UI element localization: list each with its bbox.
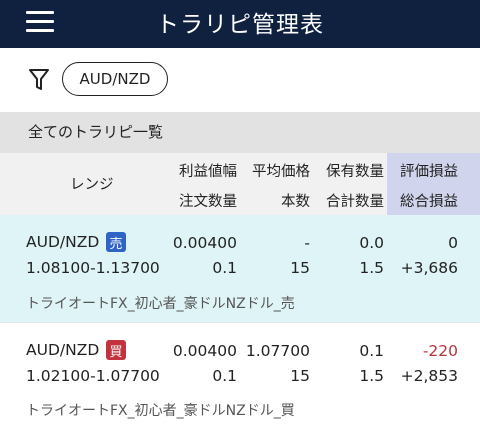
column-header: レンジ 利益値幅 注文数量 平均価格 本数 保有数量 合計数量 評価損益 総合損…: [0, 153, 480, 215]
col-total-pl: 総合損益: [400, 194, 458, 210]
page-title: トラリピ管理表: [156, 12, 324, 38]
col-count: 本数: [281, 194, 310, 210]
profit-width-value: 0.00400: [172, 234, 237, 252]
col-order-qty: 注文数量: [179, 194, 237, 210]
pair-label: AUD/NZD: [26, 233, 100, 251]
order-qty-value: 0.1: [212, 259, 237, 277]
avg-price-value: 1.07700: [245, 342, 310, 360]
buy-badge: 買: [106, 340, 126, 360]
count-value: 15: [290, 367, 310, 385]
range-value: 1.02100-1.07700: [26, 367, 160, 385]
unrealized-pl-value: 0: [448, 234, 458, 252]
col-profit-width: 利益値幅: [179, 164, 237, 180]
profit-width-value: 0.00400: [172, 342, 237, 360]
total-pl-value: +2,853: [400, 367, 458, 385]
strategy-name: トライオートFX_初心者_豪ドルNZドル_買: [26, 403, 295, 419]
avg-price-value: -: [304, 234, 310, 252]
list-item[interactable]: AUD/NZD 買 0.00400 1.07700 0.1 -220 1.021…: [0, 322, 480, 425]
col-unrealized-pl: 評価損益: [400, 164, 458, 180]
position-qty-value: 0.0: [359, 234, 384, 252]
range-value: 1.08100-1.13700: [26, 259, 160, 277]
count-value: 15: [290, 259, 310, 277]
sell-badge: 売: [106, 232, 126, 252]
list-item[interactable]: AUD/NZD 売 0.00400 - 0.0 0 1.08100-1.1370…: [0, 215, 480, 322]
filter-funnel-icon[interactable]: [28, 68, 50, 92]
total-qty-value: 1.5: [359, 367, 384, 385]
unrealized-pl-value: -220: [422, 342, 458, 360]
pair-label: AUD/NZD: [26, 341, 100, 359]
col-avg-price: 平均価格: [252, 164, 310, 180]
app-header: トラリピ管理表: [0, 0, 480, 48]
currency-pair-filter-chip[interactable]: AUD/NZD: [62, 62, 168, 96]
col-total-qty: 合計数量: [326, 194, 384, 210]
strategy-name: トライオートFX_初心者_豪ドルNZドル_売: [26, 296, 295, 312]
col-range: レンジ: [70, 177, 114, 193]
position-qty-value: 0.1: [359, 342, 384, 360]
order-qty-value: 0.1: [212, 367, 237, 385]
filter-bar: AUD/NZD: [0, 48, 480, 112]
total-pl-value: +3,686: [400, 259, 458, 277]
section-title: 全てのトラリピ一覧: [0, 112, 480, 153]
total-qty-value: 1.5: [359, 259, 384, 277]
col-position-qty: 保有数量: [326, 164, 384, 180]
